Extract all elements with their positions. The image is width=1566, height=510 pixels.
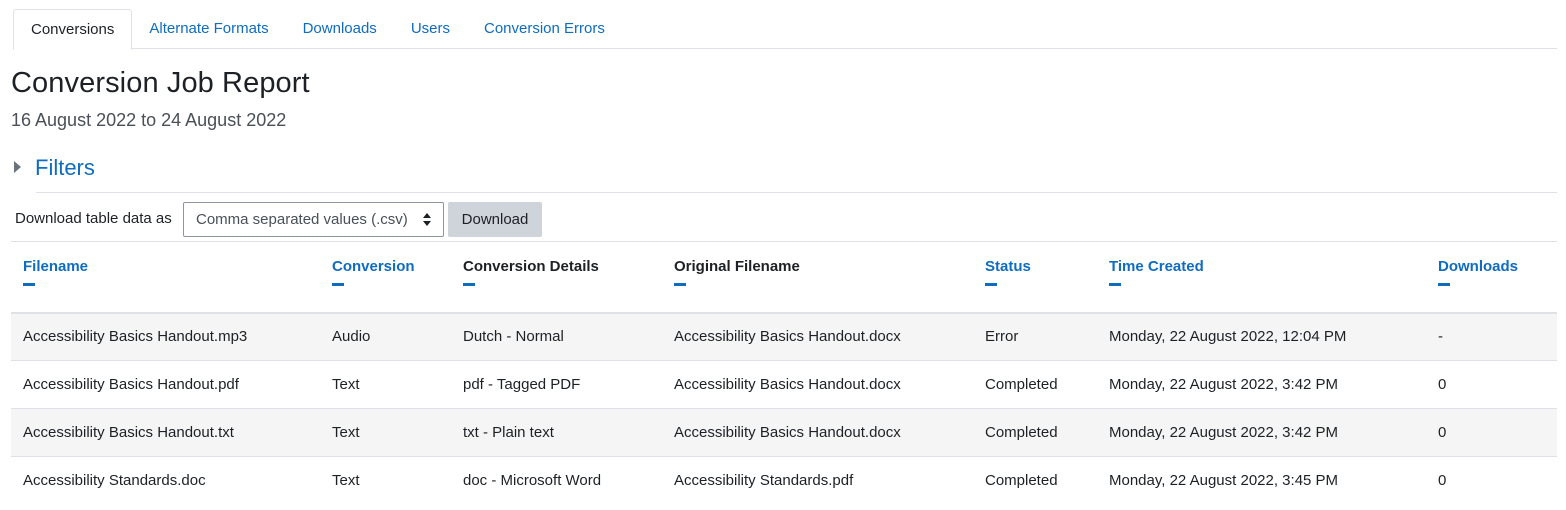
- collapse-column-icon[interactable]: [332, 283, 344, 286]
- cell-conversion: Text: [320, 408, 451, 457]
- cell-conversion: Text: [320, 360, 451, 409]
- table-row: Accessibility Basics Handout.pdf Text pd…: [11, 360, 1557, 409]
- column-header-label: Filename: [23, 258, 89, 275]
- cell-time-created: Monday, 22 August 2022, 12:04 PM: [1097, 312, 1426, 361]
- cell-downloads: 0: [1426, 360, 1557, 409]
- collapse-column-icon[interactable]: [23, 283, 35, 286]
- cell-time-created: Monday, 22 August 2022, 3:42 PM: [1097, 360, 1426, 409]
- column-header-original-filename: Original Filename: [662, 241, 973, 314]
- column-header-conversion[interactable]: Conversion: [320, 241, 451, 314]
- tab-downloads[interactable]: Downloads: [286, 9, 394, 49]
- column-header-label: Original Filename: [674, 258, 800, 275]
- cell-conversion: Text: [320, 456, 451, 505]
- report-date-range: 16 August 2022 to 24 August 2022: [11, 110, 287, 130]
- table-row: Accessibility Basics Handout.txt Text tx…: [11, 408, 1557, 457]
- column-header-conversion-details: Conversion Details: [451, 241, 662, 314]
- conversion-jobs-table: Filename Conversion Conversion Details O…: [11, 241, 1557, 505]
- cell-status: Error: [973, 312, 1097, 361]
- table-row: Accessibility Basics Handout.mp3 Audio D…: [11, 312, 1557, 361]
- cell-filename: Accessibility Basics Handout.pdf: [11, 360, 320, 409]
- column-header-downloads[interactable]: Downloads: [1426, 241, 1557, 314]
- collapse-column-icon[interactable]: [985, 283, 997, 286]
- cell-conversion-details: Dutch - Normal: [451, 312, 662, 361]
- tab-alternate-formats[interactable]: Alternate Formats: [132, 9, 285, 49]
- cell-status: Completed: [973, 360, 1097, 409]
- collapse-column-icon[interactable]: [463, 283, 475, 286]
- tab-conversion-errors[interactable]: Conversion Errors: [467, 9, 622, 49]
- cell-original-filename: Accessibility Basics Handout.docx: [662, 408, 973, 457]
- column-header-status[interactable]: Status: [973, 241, 1097, 314]
- cell-filename: Accessibility Standards.doc: [11, 456, 320, 505]
- select-updown-arrows-icon: [423, 213, 431, 226]
- tab-conversions[interactable]: Conversions: [13, 9, 133, 50]
- conversion-jobs-table-wrapper: Filename Conversion Conversion Details O…: [11, 241, 1557, 505]
- cell-conversion-details: txt - Plain text: [451, 408, 662, 457]
- column-header-label: Conversion: [332, 258, 415, 275]
- filters-toggle[interactable]: Filters: [14, 152, 95, 184]
- cell-downloads: -: [1426, 312, 1557, 361]
- cell-conversion-details: doc - Microsoft Word: [451, 456, 662, 505]
- tab-users[interactable]: Users: [394, 9, 467, 49]
- column-header-time-created[interactable]: Time Created: [1097, 241, 1426, 314]
- cell-time-created: Monday, 22 August 2022, 3:42 PM: [1097, 408, 1426, 457]
- collapse-column-icon[interactable]: [1438, 283, 1450, 286]
- cell-original-filename: Accessibility Basics Handout.docx: [662, 360, 973, 409]
- column-header-label: Conversion Details: [463, 258, 599, 275]
- cell-conversion-details: pdf - Tagged PDF: [451, 360, 662, 409]
- table-row: Accessibility Standards.doc Text doc - M…: [11, 456, 1557, 505]
- cell-conversion: Audio: [320, 312, 451, 361]
- cell-downloads: 0: [1426, 408, 1557, 457]
- cell-original-filename: Accessibility Basics Handout.docx: [662, 312, 973, 361]
- column-header-filename[interactable]: Filename: [11, 241, 320, 314]
- page-title: Conversion Job Report: [11, 67, 310, 99]
- table-header-row: Filename Conversion Conversion Details O…: [11, 241, 1557, 314]
- report-tabs: Conversions Alternate Formats Downloads …: [13, 9, 1557, 50]
- download-button[interactable]: Download: [448, 202, 542, 237]
- cell-status: Completed: [973, 456, 1097, 505]
- cell-original-filename: Accessibility Standards.pdf: [662, 456, 973, 505]
- column-header-label: Status: [985, 258, 1031, 275]
- cell-filename: Accessibility Basics Handout.txt: [11, 408, 320, 457]
- download-format-selected-value: Comma separated values (.csv): [196, 211, 408, 228]
- cell-time-created: Monday, 22 August 2022, 3:45 PM: [1097, 456, 1426, 505]
- download-format-select[interactable]: Comma separated values (.csv): [183, 202, 444, 237]
- cell-filename: Accessibility Basics Handout.mp3: [11, 312, 320, 361]
- caret-right-icon: [14, 161, 21, 173]
- filters-divider: [36, 192, 1557, 193]
- filters-label: Filters: [35, 155, 95, 180]
- cell-status: Completed: [973, 408, 1097, 457]
- collapse-column-icon[interactable]: [1109, 283, 1121, 286]
- cell-downloads: 0: [1426, 456, 1557, 505]
- download-format-label: Download table data as: [15, 210, 172, 227]
- column-header-label: Downloads: [1438, 258, 1519, 275]
- column-header-label: Time Created: [1109, 258, 1204, 275]
- collapse-column-icon[interactable]: [674, 283, 686, 286]
